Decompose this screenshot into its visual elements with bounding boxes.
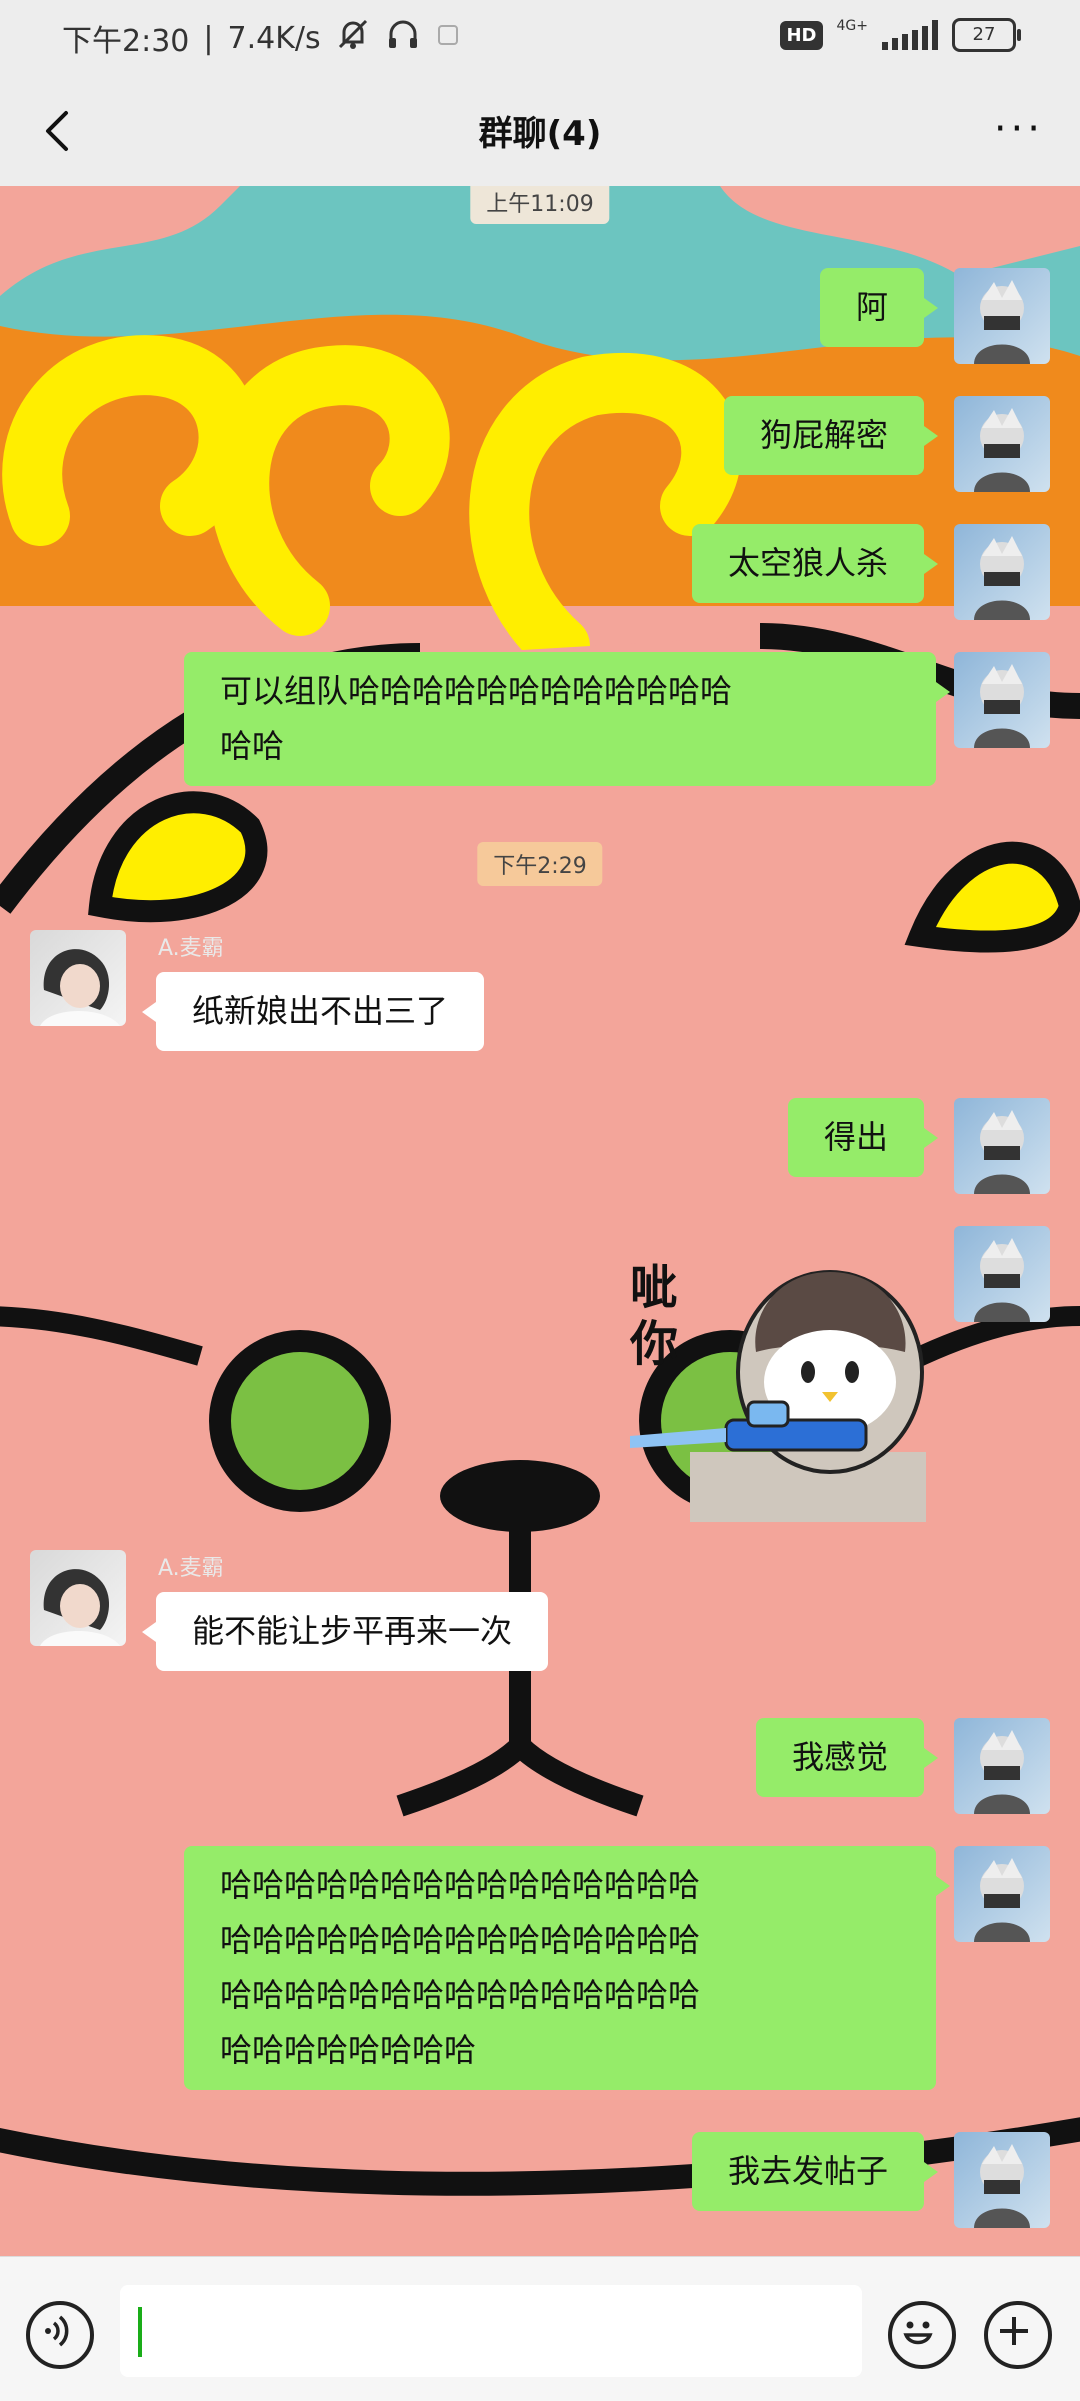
- message-bubble[interactable]: 可以组队哈哈哈哈哈哈哈哈哈哈哈哈 哈哈: [184, 652, 950, 786]
- emoji-icon: [903, 2321, 933, 2345]
- my-avatar[interactable]: [954, 1226, 1050, 1322]
- network-label: 4G+: [836, 18, 869, 34]
- voice-button[interactable]: [26, 2301, 94, 2369]
- message-line: 可以组队哈哈哈哈哈哈哈哈哈哈哈哈: [220, 672, 733, 710]
- penguin-water-gun-sticker[interactable]: 呲你: [630, 1252, 926, 1522]
- chat-area[interactable]: 上午11:09 阿 狗屁解密 太空狼人杀 可以组队哈哈哈哈哈哈哈哈哈哈哈哈 哈哈…: [0, 186, 1080, 2256]
- input-bar: [0, 2256, 1080, 2401]
- my-avatar[interactable]: [954, 524, 1050, 620]
- status-time: 下午2:30: [62, 24, 190, 59]
- page-title: 群聊(4): [478, 114, 602, 154]
- mute-icon: [335, 16, 371, 60]
- my-avatar[interactable]: [954, 2132, 1050, 2228]
- status-bar-right: HD 4G+ 27: [780, 18, 1021, 52]
- message-bubble[interactable]: 我去发帖子: [691, 2132, 939, 2211]
- plus-icon: [1000, 2317, 1028, 2345]
- sender-name: A.麦霸: [158, 1556, 224, 1581]
- message-bubble[interactable]: 能不能让步平再来一次: [141, 1592, 549, 1671]
- message-line: 哈哈哈哈哈哈哈哈哈哈哈哈哈哈哈: [220, 1921, 701, 1959]
- message-line: 哈哈哈哈哈哈哈哈哈哈哈哈哈哈哈: [220, 1866, 701, 1904]
- message-bubble[interactable]: 阿: [819, 268, 939, 347]
- message-input[interactable]: [120, 2285, 862, 2377]
- sim-icon: [435, 21, 461, 56]
- my-avatar[interactable]: [954, 1098, 1050, 1194]
- contact-avatar[interactable]: [30, 1550, 126, 1646]
- headphone-icon: [385, 16, 421, 60]
- message-line: 哈哈哈哈哈哈哈哈哈哈哈哈哈哈哈: [220, 1976, 701, 2014]
- more-button[interactable]: ···: [994, 106, 1044, 152]
- voice-icon: [45, 2315, 69, 2347]
- more-functions-button[interactable]: [984, 2301, 1052, 2369]
- message-bubble[interactable]: 狗屁解密: [723, 396, 939, 475]
- message-bubble[interactable]: 得出: [787, 1098, 939, 1177]
- chat-header: 群聊(4) ···: [0, 76, 1080, 186]
- sticker-text: 呲你: [630, 1260, 679, 1372]
- status-speed: 7.4K/s: [227, 20, 321, 56]
- my-avatar[interactable]: [954, 396, 1050, 492]
- message-bubble[interactable]: 太空狼人杀: [691, 524, 939, 603]
- hd-badge: HD: [780, 20, 823, 50]
- message-bubble[interactable]: 纸新娘出不出三了: [141, 972, 485, 1051]
- my-avatar[interactable]: [954, 1846, 1050, 1942]
- sender-name: A.麦霸: [158, 936, 224, 961]
- emoji-button[interactable]: [888, 2301, 956, 2369]
- message-line: 哈哈: [220, 727, 285, 765]
- timestamp: 上午11:09: [470, 186, 610, 224]
- my-avatar[interactable]: [954, 268, 1050, 364]
- my-avatar[interactable]: [954, 652, 1050, 748]
- timestamp: 下午2:29: [477, 842, 603, 886]
- status-bar-left: 下午2:30 | 7.4K/s: [62, 16, 461, 60]
- battery-level: 27: [972, 24, 996, 45]
- battery-icon: 27: [952, 18, 1021, 52]
- status-bar: 下午2:30 | 7.4K/s HD 4G+ 27: [0, 0, 1080, 76]
- status-divider: |: [203, 20, 214, 56]
- message-bubble[interactable]: 哈哈哈哈哈哈哈哈哈哈哈哈哈哈哈 哈哈哈哈哈哈哈哈哈哈哈哈哈哈哈 哈哈哈哈哈哈哈哈…: [184, 1846, 950, 2090]
- signal-icon: [882, 20, 938, 50]
- message-bubble[interactable]: 我感觉: [755, 1718, 939, 1797]
- contact-avatar[interactable]: [30, 930, 126, 1026]
- text-caret: [138, 2307, 142, 2357]
- message-line: 哈哈哈哈哈哈哈哈: [220, 2031, 477, 2069]
- my-avatar[interactable]: [954, 1718, 1050, 1814]
